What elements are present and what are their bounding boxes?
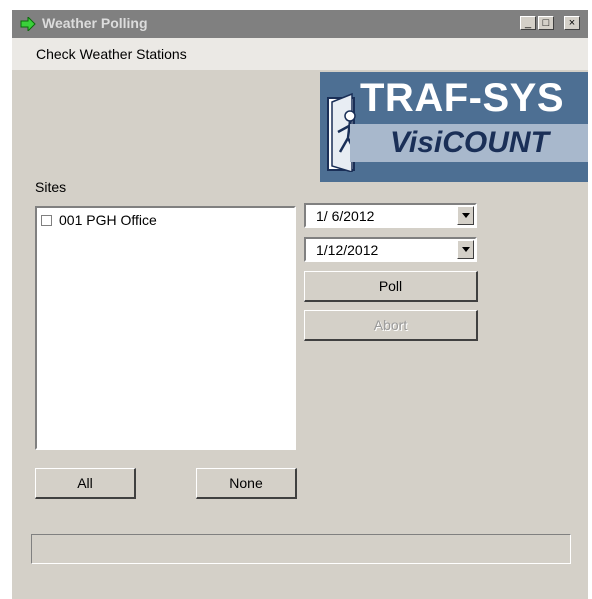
traf-sys-logo: TRAF-SYS VisiCOUNT [320,72,588,182]
select-none-button[interactable]: None [196,468,297,499]
window-title: Weather Polling [42,15,148,31]
poll-button[interactable]: Poll [304,271,478,302]
site-label: 001 PGH Office [59,212,157,228]
status-bar [31,534,571,564]
start-date-value: 1/ 6/2012 [316,208,375,224]
maximize-button[interactable]: □ [538,16,554,30]
chevron-down-icon[interactable] [457,240,474,259]
menu-check-weather-stations[interactable]: Check Weather Stations [36,46,187,62]
logo-product: VisiCOUNT [390,126,549,159]
abort-button[interactable]: Abort [304,310,478,341]
green-arrow-icon [20,17,36,31]
list-item[interactable]: 001 PGH Office [41,212,157,228]
start-date-picker[interactable]: 1/ 6/2012 [304,203,477,228]
chevron-down-icon[interactable] [457,206,474,225]
minimize-button[interactable]: _ [520,16,536,30]
end-date-picker[interactable]: 1/12/2012 [304,237,477,262]
site-checkbox[interactable] [41,214,52,226]
end-date-value: 1/12/2012 [316,242,379,258]
menu-bar: Check Weather Stations [12,38,588,70]
logo-brand: TRAF-SYS [360,76,564,120]
weather-polling-window: Weather Polling _ □ × Check Weather Stat… [12,10,588,599]
select-all-button[interactable]: All [35,468,136,499]
sites-label: Sites [35,179,67,195]
title-bar[interactable]: Weather Polling _ □ × [12,10,588,38]
close-button[interactable]: × [564,16,580,30]
sites-list[interactable]: 001 PGH Office [35,206,296,450]
